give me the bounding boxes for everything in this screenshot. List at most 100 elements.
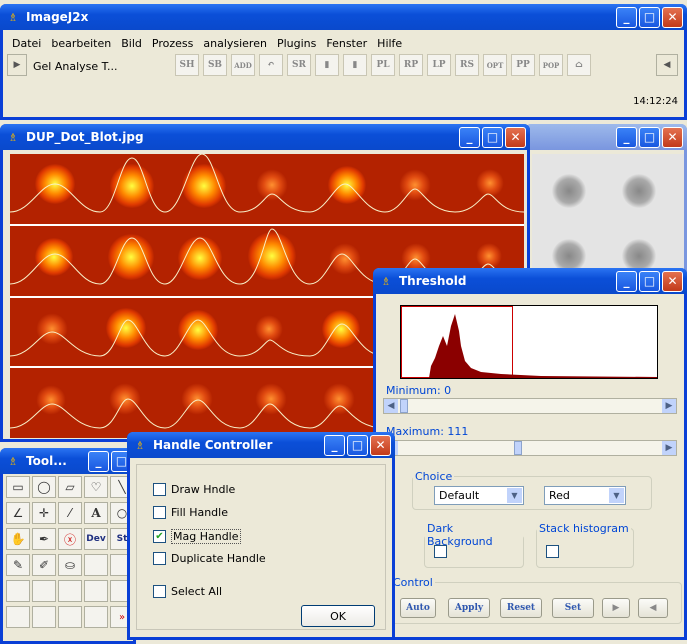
choice-legend: Choice — [415, 470, 453, 483]
maximum-slider[interactable]: ◀ ▶ — [383, 440, 677, 456]
maximize-button[interactable]: □ — [347, 434, 368, 456]
dropper-tool-icon[interactable]: ✒ — [32, 528, 56, 550]
close-button[interactable]: ✕ — [505, 126, 526, 148]
tool-doc2-icon[interactable]: ▮ — [343, 54, 367, 76]
close-button[interactable]: ✕ — [662, 270, 683, 292]
minimize-button[interactable]: _ — [616, 126, 637, 148]
tool-pl[interactable]: PL — [371, 54, 395, 76]
angle-tool-icon[interactable]: ∠ — [6, 502, 30, 524]
empty-tool-slot[interactable] — [58, 606, 82, 628]
gray-blot-image — [532, 154, 684, 274]
prev-icon[interactable]: ◀ — [638, 598, 668, 618]
back-icon[interactable]: ◀ — [656, 54, 678, 76]
tool-opt[interactable]: OPT — [483, 54, 507, 76]
minimize-button[interactable]: _ — [88, 450, 109, 472]
checkbox-box — [153, 585, 166, 598]
minimize-button[interactable]: _ — [324, 434, 345, 456]
duplicate-handle-checkbox[interactable]: Duplicate Handle — [153, 552, 266, 565]
freehand-tool-icon[interactable]: ♡ — [84, 476, 108, 498]
menu-bild[interactable]: Bild — [116, 37, 147, 50]
next-icon[interactable]: ▶ — [602, 598, 630, 618]
right-arrow-icon[interactable]: ▶ — [662, 441, 676, 455]
method-select[interactable]: Default ▼ — [434, 486, 524, 505]
set-button[interactable]: Set — [552, 598, 594, 618]
empty-tool-slot[interactable] — [84, 580, 108, 602]
text-tool-icon[interactable]: A — [84, 502, 108, 524]
tool-sh[interactable]: SH — [175, 54, 199, 76]
chevron-down-icon: ▼ — [507, 488, 522, 503]
empty-tool-slot[interactable] — [6, 580, 30, 602]
empty-tool-slot[interactable] — [32, 580, 56, 602]
minimize-button[interactable]: _ — [616, 270, 637, 292]
menu-prozess[interactable]: Prozess — [147, 37, 198, 50]
brush-tool-icon[interactable]: ✐ — [32, 554, 56, 576]
mode-value: Red — [549, 489, 570, 502]
clock: 14:12:24 — [633, 96, 678, 107]
menu-hilfe[interactable]: Hilfe — [372, 37, 407, 50]
menu-datei[interactable]: Datei — [7, 37, 46, 50]
dark-background-checkbox[interactable] — [434, 545, 447, 558]
maximize-button[interactable]: □ — [639, 126, 660, 148]
menu-fenster[interactable]: Fenster — [321, 37, 372, 50]
point-tool-icon[interactable]: ✛ — [32, 502, 56, 524]
play-icon[interactable]: ▶ — [7, 54, 27, 76]
maximize-button[interactable]: □ — [639, 6, 660, 28]
draw-handle-checkbox[interactable]: Draw Hndle — [153, 483, 235, 496]
mode-select[interactable]: Red ▼ — [544, 486, 626, 505]
oval-tool-icon[interactable]: ◯ — [32, 476, 56, 498]
tool-lp[interactable]: LP — [427, 54, 451, 76]
home-icon[interactable]: ⌂ — [567, 54, 591, 76]
right-arrow-icon[interactable]: ▶ — [662, 399, 676, 413]
select-all-checkbox[interactable]: Select All — [153, 585, 222, 598]
close-button[interactable]: ✕ — [662, 126, 683, 148]
tool-rp[interactable]: RP — [399, 54, 423, 76]
tool-sb[interactable]: SB — [203, 54, 227, 76]
fill-handle-checkbox[interactable]: Fill Handle — [153, 506, 228, 519]
empty-tool-slot[interactable] — [32, 606, 56, 628]
dev-tool-icon[interactable]: Dev — [84, 528, 108, 550]
menu-plugins[interactable]: Plugins — [272, 37, 321, 50]
histogram — [400, 305, 658, 379]
menu-analysieren[interactable]: analysieren — [198, 37, 272, 50]
hand-tool-icon[interactable]: ✋ — [6, 528, 30, 550]
maximize-button[interactable]: □ — [639, 270, 660, 292]
empty-tool-slot[interactable] — [84, 554, 108, 576]
pencil-tool-icon[interactable]: ✎ — [6, 554, 30, 576]
tool-pp[interactable]: PP — [511, 54, 535, 76]
left-arrow-icon[interactable]: ◀ — [384, 399, 398, 413]
tool-sr[interactable]: SR — [287, 54, 311, 76]
empty-tool-slot[interactable] — [6, 606, 30, 628]
rectangle-tool-icon[interactable]: ▭ — [6, 476, 30, 498]
mag-handle-checkbox[interactable]: ✔ Mag Handle — [153, 529, 241, 544]
minimize-button[interactable]: _ — [459, 126, 480, 148]
tool-rs[interactable]: RS — [455, 54, 479, 76]
ok-button[interactable]: OK — [301, 605, 375, 627]
window-title: ImageJ2x — [26, 10, 89, 24]
undo-icon[interactable]: ↶ — [259, 54, 283, 76]
apply-button[interactable]: Apply — [448, 598, 490, 618]
checkbox-label: Select All — [171, 585, 223, 598]
stack-histogram-checkbox[interactable] — [546, 545, 559, 558]
minimize-button[interactable]: _ — [616, 6, 637, 28]
maximize-button[interactable]: □ — [482, 126, 503, 148]
checkbox-label: Duplicate Handle — [171, 552, 266, 565]
cancel-tool-icon[interactable]: ⓧ — [58, 528, 82, 550]
tool-doc1-icon[interactable]: ▮ — [315, 54, 339, 76]
reset-button[interactable]: Reset — [500, 598, 542, 618]
fill-tool-icon[interactable]: ⛀ — [58, 554, 82, 576]
window-title: Tool... — [26, 454, 67, 468]
tool-add[interactable]: ADD — [231, 54, 255, 76]
polygon-tool-icon[interactable]: ▱ — [58, 476, 82, 498]
close-button[interactable]: ✕ — [662, 6, 683, 28]
empty-tool-slot[interactable] — [84, 606, 108, 628]
empty-tool-slot[interactable] — [58, 580, 82, 602]
tool-pop[interactable]: POP — [539, 54, 563, 76]
close-button[interactable]: ✕ — [370, 434, 391, 456]
maximum-label: Maximum: 111 — [386, 425, 469, 438]
auto-button[interactable]: Auto — [400, 598, 436, 618]
microscope-icon: ♗ — [8, 454, 18, 468]
wand-tool-icon[interactable]: ⁄ — [58, 502, 82, 524]
menu-bearbeiten[interactable]: bearbeiten — [46, 37, 116, 50]
minimum-slider[interactable]: ◀ ▶ — [383, 398, 677, 414]
titlebar: ♗ ImageJ2x _ □ ✕ — [0, 4, 687, 30]
